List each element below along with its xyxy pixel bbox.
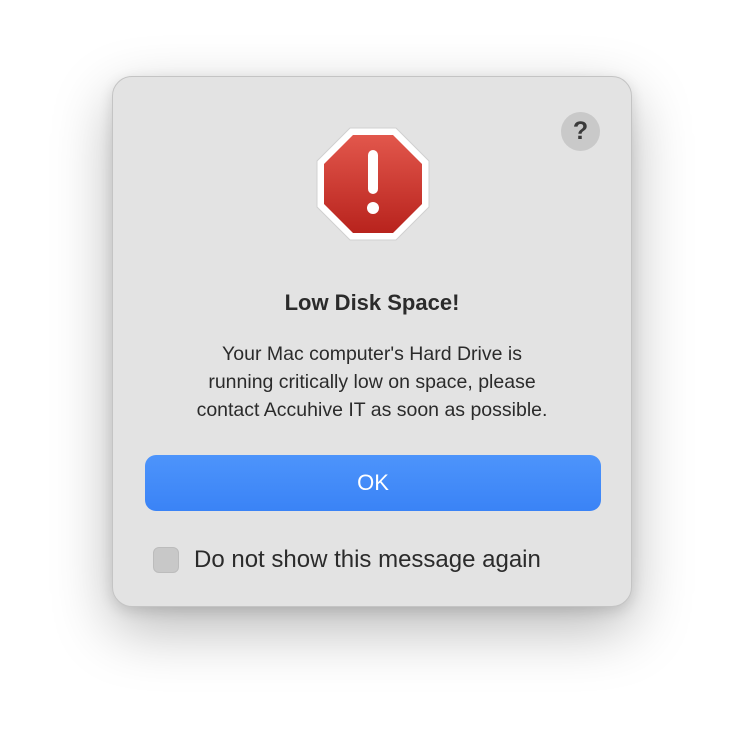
message-line: running critically low on space, please [208, 371, 536, 393]
ok-button-label: OK [357, 470, 389, 495]
message-line: Your Mac computer's Hard Drive is [222, 343, 522, 365]
dont-show-again-checkbox[interactable] [153, 547, 179, 573]
message-line: contact Accuhive IT as soon as possible. [196, 399, 548, 421]
dont-show-again-row[interactable]: Do not show this message again [153, 545, 541, 575]
dialog-message: Your Mac computer's Hard Drive is runnin… [143, 340, 601, 424]
help-button[interactable]: ? [561, 112, 600, 151]
stop-alert-icon [316, 127, 430, 241]
alert-dialog: ? Low Disk Space! Your Mac computer's Ha… [112, 76, 632, 607]
ok-button[interactable]: OK [145, 455, 601, 511]
dialog-title: Low Disk Space! [284, 290, 460, 315]
dont-show-again-label[interactable]: Do not show this message again [194, 546, 541, 574]
help-label: ? [572, 117, 589, 145]
screen: ? Low Disk Space! Your Mac computer's Ha… [0, 0, 744, 756]
